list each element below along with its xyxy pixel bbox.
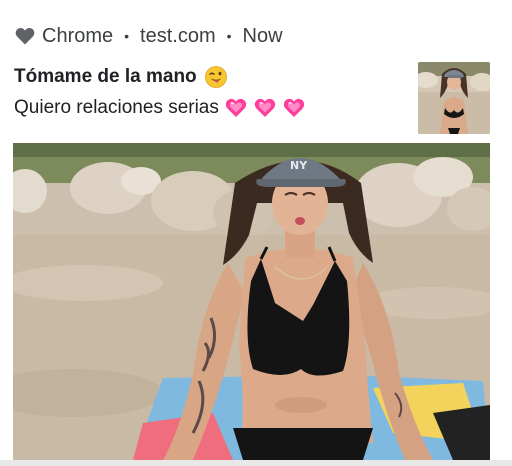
- notification-header: Chrome • test.com • Now: [14, 24, 283, 48]
- header-separator: •: [226, 28, 232, 44]
- heart-icon: [14, 25, 36, 47]
- svg-text:NY: NY: [290, 159, 308, 172]
- notification-body-row: Quiero relaciones serias: [14, 97, 305, 119]
- app-name: Chrome: [42, 24, 114, 47]
- source-domain: test.com: [140, 24, 216, 47]
- winking-face-tongue-emoji: [204, 66, 227, 88]
- notification-image: NY: [13, 143, 490, 460]
- pink-heart-emoji: [225, 98, 247, 118]
- pink-heart-emoji: [283, 98, 305, 118]
- notification-title-row: Tómame de la mano: [14, 66, 227, 88]
- notification-body: Quiero relaciones serias: [14, 97, 219, 118]
- push-notification[interactable]: Chrome • test.com • Now Tómame de la man…: [0, 0, 512, 466]
- header-separator: •: [124, 28, 130, 44]
- notification-time: Now: [242, 24, 283, 47]
- notification-bottom-edge: [0, 460, 512, 466]
- pink-heart-emoji: [254, 98, 276, 118]
- notification-thumbnail: [418, 62, 490, 134]
- notification-title: Tómame de la mano: [14, 66, 197, 87]
